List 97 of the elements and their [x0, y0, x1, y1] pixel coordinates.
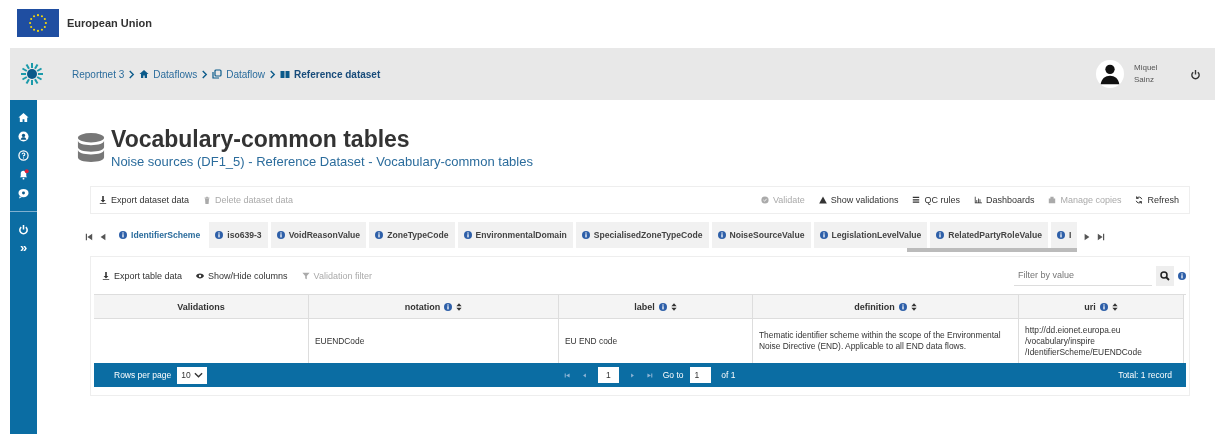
download-icon	[102, 271, 110, 280]
column-header[interactable]: definition	[753, 295, 1019, 319]
toolbar-button[interactable]: Refresh	[1135, 195, 1179, 205]
caret-icon	[193, 372, 203, 378]
column-header[interactable]: uri	[1019, 295, 1184, 319]
go-to-label: Go to	[662, 370, 684, 380]
column-title: notation	[404, 301, 441, 312]
info-icon	[819, 231, 828, 239]
table-tab[interactable]: I	[1050, 222, 1078, 248]
table-tab[interactable]: VoidReasonValue	[270, 222, 367, 248]
info-icon	[375, 231, 384, 239]
info-icon	[581, 231, 590, 239]
toolbar-button[interactable]: Dashboards	[973, 195, 1035, 205]
sort-icon[interactable]	[670, 302, 677, 311]
table-tab[interactable]: LegislationLevelValue	[813, 222, 928, 248]
book-icon	[280, 69, 291, 79]
sun-logo-icon[interactable]	[20, 62, 44, 86]
rows-per-page-label: Rows per page	[114, 370, 172, 380]
trash-icon	[203, 196, 212, 204]
bar-chart-icon	[973, 196, 982, 204]
eu-flag-icon	[17, 8, 59, 37]
search-icon	[1160, 270, 1170, 281]
page-count: of 1	[721, 370, 736, 380]
info-icon	[215, 231, 224, 239]
table-tab[interactable]: RelatedPartyRoleValue	[930, 222, 1048, 248]
toolbar-button[interactable]: Export dataset data	[99, 195, 190, 205]
column-title: uri	[1084, 301, 1096, 312]
info-icon	[658, 302, 667, 311]
power-icon[interactable]	[1190, 68, 1201, 80]
breadcrumb-link[interactable]: Reportnet 3	[72, 68, 125, 80]
user-name[interactable]: Miquel Sainz	[1134, 62, 1168, 86]
column-header[interactable]: notation	[309, 295, 559, 319]
first-page-button[interactable]	[564, 371, 571, 379]
current-page[interactable]: 1	[598, 367, 619, 383]
user-avatar[interactable]	[1096, 60, 1124, 88]
chevron-icon	[201, 69, 209, 79]
go-to-field[interactable]: 1	[689, 367, 712, 383]
chevron-icon	[128, 69, 136, 79]
next-tab-button[interactable]	[1083, 233, 1092, 241]
toolbar-button[interactable]: Show validations	[818, 195, 899, 205]
info-icon	[936, 231, 945, 239]
info-icon	[276, 231, 285, 239]
breadcrumb-link[interactable]: Dataflows	[139, 68, 198, 80]
info-icon	[119, 231, 127, 239]
chat-icon[interactable]	[18, 188, 29, 199]
database-icon	[77, 133, 105, 163]
copy-icon	[212, 69, 223, 79]
table-tab[interactable]: ZoneTypeCode	[369, 222, 455, 248]
last-page-button[interactable]	[645, 371, 653, 379]
info-icon	[898, 302, 907, 311]
sort-icon[interactable]	[456, 302, 463, 311]
chevron-icon	[269, 69, 277, 79]
rows-per-page-dropdown[interactable]: 10	[177, 366, 207, 384]
home-icon	[139, 69, 150, 79]
user-icon[interactable]	[18, 131, 29, 142]
info-icon	[444, 302, 453, 311]
info-icon	[1178, 271, 1186, 280]
expand-button[interactable]: »	[19, 243, 28, 253]
check-circle-icon	[761, 196, 769, 204]
sort-icon[interactable]	[910, 302, 917, 311]
total-records: Total: 1 record	[1118, 370, 1172, 380]
table-tab[interactable]: NoiseSourceValue	[711, 222, 811, 248]
info-icon	[1099, 302, 1108, 311]
copy-icon	[1048, 196, 1057, 204]
column-header[interactable]: Validations	[94, 295, 309, 319]
bell-icon[interactable]	[18, 169, 29, 180]
info-icon	[717, 231, 726, 239]
page-subtitle: Noise sources (DF1_5) - Reference Dataset - Vocabulary-common tables	[111, 154, 533, 169]
column-title: Validations	[177, 301, 225, 312]
breadcrumb-link[interactable]: Reference dataset	[280, 68, 381, 80]
home-icon[interactable]	[18, 112, 29, 123]
toolbar-button[interactable]: Show/Hide columns	[196, 270, 288, 281]
info-icon	[1056, 231, 1065, 239]
breadcrumb-link[interactable]: Dataflow	[212, 68, 266, 80]
last-tab-button[interactable]	[1097, 233, 1106, 241]
info-icon	[463, 231, 472, 239]
table-tab[interactable]: iso639-3	[209, 222, 268, 248]
help-icon[interactable]	[18, 150, 29, 161]
column-title: label	[634, 301, 655, 312]
toolbar-button[interactable]: Export table data	[102, 270, 183, 281]
list-icon	[912, 196, 921, 204]
download-icon	[99, 196, 107, 204]
page-title: Vocabulary-common tables	[111, 126, 411, 152]
toolbar-button[interactable]: QC rules	[912, 195, 960, 205]
filter-icon	[301, 271, 310, 280]
eye-icon	[196, 271, 205, 280]
table-tab[interactable]: EnvironmentalDomain	[457, 222, 573, 248]
refresh-icon	[1135, 196, 1144, 204]
table-tab[interactable]: SpecialisedZoneTypeCode	[575, 222, 709, 248]
column-title: definition	[854, 301, 895, 312]
column-header[interactable]: label	[559, 295, 753, 319]
eu-label: European Union	[67, 16, 152, 29]
warning-icon	[818, 196, 827, 204]
previous-tab-button[interactable]	[99, 233, 107, 241]
first-tab-button[interactable]	[85, 233, 93, 241]
sort-icon[interactable]	[1111, 302, 1118, 311]
search-button[interactable]	[1156, 265, 1174, 286]
